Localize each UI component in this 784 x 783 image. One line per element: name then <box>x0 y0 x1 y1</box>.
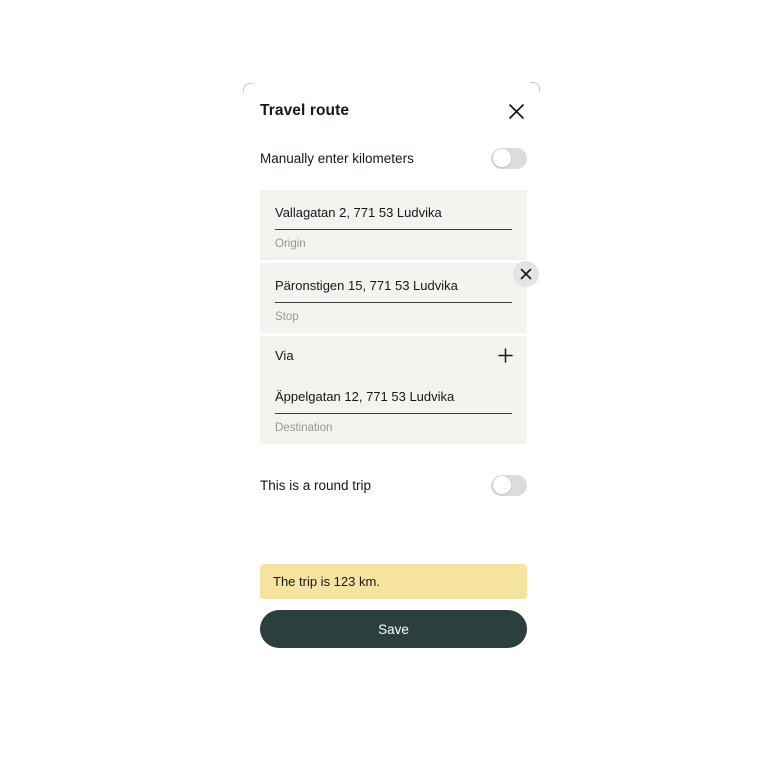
destination-field[interactable]: Äppelgatan 12, 771 53 Ludvika Destinatio… <box>260 374 527 444</box>
round-trip-toggle[interactable] <box>491 474 527 496</box>
close-icon[interactable] <box>504 99 528 123</box>
stop-label: Stop <box>275 311 299 323</box>
save-button[interactable]: Save <box>260 610 527 648</box>
page-title: Travel route <box>260 102 350 119</box>
trip-distance-banner: The trip is 123 km. <box>260 564 527 599</box>
add-via-label: Via <box>275 347 294 363</box>
close-icon <box>520 268 532 280</box>
toggle-knob <box>492 476 511 494</box>
manual-kilometers-toggle[interactable] <box>491 147 527 169</box>
toggle-knob <box>492 149 511 167</box>
destination-value[interactable]: Äppelgatan 12, 771 53 Ludvika <box>275 388 512 413</box>
stop-field[interactable]: Päronstigen 15, 771 53 Ludvika Stop <box>260 263 527 333</box>
trip-distance-text: The trip is 123 km. <box>273 574 380 589</box>
manual-kilometers-row: Manually enter kilometers <box>260 144 527 172</box>
plus-icon <box>498 347 513 363</box>
round-trip-label: This is a round trip <box>260 477 372 493</box>
modal-header: Travel route <box>260 96 527 126</box>
add-via-row[interactable]: Via <box>260 336 527 374</box>
route-fields-group: Vallagatan 2, 771 53 Ludvika Origin Päro… <box>260 190 539 444</box>
modal-corner-mark-top-left <box>243 83 253 93</box>
manual-kilometers-label: Manually enter kilometers <box>260 150 414 166</box>
page-root: Travel route Manually enter kilometers V… <box>0 0 784 783</box>
modal-corner-mark-top-right <box>530 82 540 92</box>
origin-label: Origin <box>275 238 306 250</box>
origin-field[interactable]: Vallagatan 2, 771 53 Ludvika Origin <box>260 190 527 260</box>
destination-label: Destination <box>275 422 333 434</box>
remove-stop-button[interactable] <box>513 261 539 287</box>
travel-route-modal: Travel route Manually enter kilometers V… <box>260 96 539 648</box>
round-trip-row: This is a round trip <box>260 471 527 499</box>
stop-value[interactable]: Päronstigen 15, 771 53 Ludvika <box>275 277 512 302</box>
origin-value[interactable]: Vallagatan 2, 771 53 Ludvika <box>275 204 512 229</box>
